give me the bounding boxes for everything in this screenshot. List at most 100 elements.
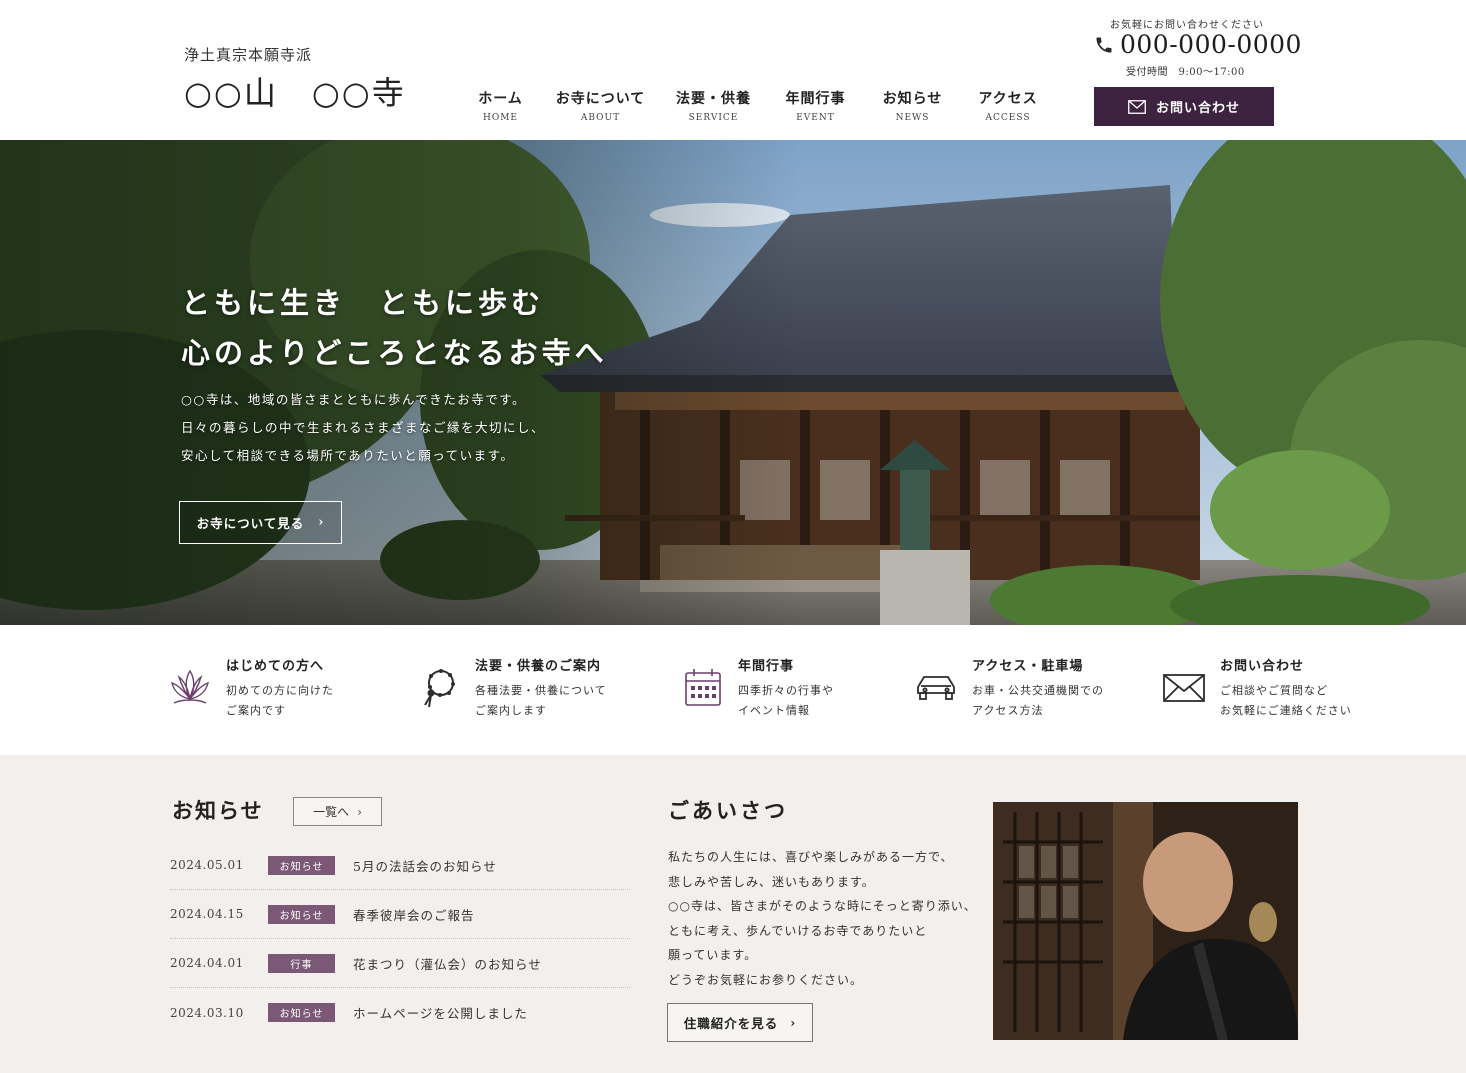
news-date: 2024.05.01 bbox=[170, 858, 244, 872]
about-temple-button-label: お寺について見る bbox=[196, 516, 305, 531]
nav-item-service[interactable]: 法要・供養 SERVICE bbox=[670, 88, 757, 123]
greeting-line: 私たちの人生には、喜びや楽しみがある一方で、 bbox=[668, 850, 954, 864]
service-link-contact[interactable]: お問い合わせ ご相談やご質問など お気軽にご連絡ください bbox=[1160, 655, 1352, 721]
nav-label: お寺について bbox=[555, 91, 646, 107]
service-desc-line: 四季折々の行事や bbox=[738, 684, 834, 697]
nav-item-home[interactable]: ホーム HOME bbox=[470, 88, 531, 123]
service-desc-line: お気軽にご連絡ください bbox=[1220, 704, 1352, 717]
news-date: 2024.04.15 bbox=[170, 907, 244, 921]
priest-photo bbox=[993, 802, 1298, 1040]
greeting-text: 私たちの人生には、喜びや楽しみがある一方で、 悲しみや苦しみ、迷いもあります。 … bbox=[668, 845, 977, 992]
service-desc: 初めての方に向けた ご案内です bbox=[226, 681, 334, 721]
news-item[interactable]: 2024.04.15 お知らせ 春季彼岸会のご報告 bbox=[170, 890, 630, 939]
site-header: 浄土真宗本願寺派 ○○山 ○○寺 ホーム HOME お寺について ABOUT 法… bbox=[0, 0, 1466, 140]
hero-title-line: ともに生き ともに歩む bbox=[181, 286, 545, 320]
reception-hours: 受付時間 9:00〜17:00 bbox=[1126, 67, 1245, 78]
service-link-access[interactable]: アクセス・駐車場 お車・公共交通機関での アクセス方法 bbox=[912, 655, 1104, 721]
service-desc-line: 初めての方に向けた bbox=[226, 684, 334, 697]
news-category-badge: お知らせ bbox=[268, 1003, 335, 1022]
nav-label: ホーム bbox=[478, 91, 523, 107]
nav-label-en: NEWS bbox=[895, 113, 930, 123]
mail-icon bbox=[1128, 99, 1146, 114]
news-category-badge: お知らせ bbox=[268, 855, 335, 875]
hero-text-line: 日々の暮らしの中で生まれるさまざまなご縁を大切にし、 bbox=[181, 420, 546, 435]
news-title: 花まつり（灌仏会）のお知らせ bbox=[353, 956, 542, 972]
hero-text-line: ○○寺は、地域の皆さまとともに歩んできたお寺です。 bbox=[181, 392, 526, 407]
service-desc-line: ご案内です bbox=[226, 704, 286, 717]
news-list-button-label: 一覧へ bbox=[313, 805, 350, 819]
news-greeting-section: お知らせ 一覧へ › 2024.05.01 お知らせ 5月の法話会のお知らせ 2… bbox=[0, 755, 1466, 1073]
nav-label: お知らせ bbox=[882, 91, 943, 107]
hero-description: ○○寺は、地域の皆さまとともに歩んできたお寺です。 日々の暮らしの中で生まれるさ… bbox=[181, 386, 545, 470]
news-item[interactable]: 2024.04.01 行事 花まつり（灌仏会）のお知らせ bbox=[170, 939, 630, 988]
hero-section: ともに生き ともに歩む 心のよりどころとなるお寺へ ○○寺は、地域の皆さまととも… bbox=[0, 140, 1466, 625]
nav-item-news[interactable]: お知らせ NEWS bbox=[874, 88, 951, 123]
hero-overlay bbox=[0, 140, 800, 625]
service-text: はじめての方へ 初めての方に向けた ご案内です bbox=[226, 655, 334, 721]
news-date: 2024.03.10 bbox=[170, 1005, 244, 1020]
news-date: 2024.04.01 bbox=[170, 956, 244, 970]
news-category-badge: 行事 bbox=[268, 953, 335, 973]
service-text: 年間行事 四季折々の行事や イベント情報 bbox=[738, 655, 834, 721]
calendar-icon bbox=[685, 669, 721, 706]
nav-item-access[interactable]: アクセス ACCESS bbox=[951, 88, 1065, 123]
news-item[interactable]: 2024.03.10 お知らせ ホームページを公開しました bbox=[170, 988, 630, 1037]
nav-item-about[interactable]: お寺について ABOUT bbox=[531, 88, 670, 123]
news-list-button[interactable]: 一覧へ › bbox=[293, 797, 382, 826]
nav-label-en: EVENT bbox=[796, 113, 835, 123]
news-item[interactable]: 2024.05.01 お知らせ 5月の法話会のお知らせ bbox=[170, 841, 630, 890]
news-category-badge: お知らせ bbox=[268, 904, 335, 924]
service-title: 法要・供養のご案内 bbox=[475, 659, 602, 674]
phone-number[interactable]: 000-000-0000 bbox=[1094, 30, 1302, 59]
service-text: お問い合わせ ご相談やご質問など お気軽にご連絡ください bbox=[1220, 655, 1352, 721]
chevron-right-icon: › bbox=[318, 515, 325, 530]
priest-profile-button[interactable]: 住職紹介を見る › bbox=[667, 1003, 813, 1042]
service-title: お問い合わせ bbox=[1220, 659, 1305, 674]
greeting-heading: ごあいさつ bbox=[668, 798, 788, 823]
nav-item-event[interactable]: 年間行事 EVENT bbox=[757, 88, 874, 123]
main-nav: ホーム HOME お寺について ABOUT 法要・供養 SERVICE 年間行事… bbox=[470, 88, 1065, 123]
service-text: アクセス・駐車場 お車・公共交通機関での アクセス方法 bbox=[972, 655, 1104, 721]
service-desc: 各種法要・供養について ご案内します bbox=[475, 681, 607, 721]
greeting-line: どうぞお気軽にお参りください。 bbox=[668, 972, 864, 987]
hero-text-line: 安心して相談できる場所でありたいと願っています。 bbox=[181, 448, 515, 463]
contact-button-label: お問い合わせ bbox=[1155, 101, 1240, 116]
nav-label: 法要・供養 bbox=[676, 91, 751, 107]
phone-number-text: 000-000-0000 bbox=[1120, 30, 1302, 59]
service-desc-line: ご相談やご質問など bbox=[1220, 684, 1328, 697]
service-link-memorial[interactable]: 法要・供養のご案内 各種法要・供養について ご案内します bbox=[415, 655, 607, 721]
service-desc: ご相談やご質問など お気軽にご連絡ください bbox=[1220, 681, 1352, 721]
sect-name: 浄土真宗本願寺派 bbox=[184, 46, 313, 64]
phone-icon bbox=[1096, 37, 1112, 52]
greeting-line: ○○寺は、皆さまがそのような時にそっと寄り添い、 bbox=[668, 899, 977, 913]
news-title: 5月の法話会のお知らせ bbox=[353, 858, 497, 874]
prayer-beads-icon bbox=[424, 669, 455, 708]
hero-title: ともに生き ともに歩む 心のよりどころとなるお寺へ bbox=[181, 278, 608, 378]
contact-button[interactable]: お問い合わせ bbox=[1094, 87, 1274, 126]
service-desc-line: ご案内します bbox=[475, 704, 547, 717]
about-temple-button[interactable]: お寺について見る › bbox=[179, 501, 342, 544]
service-links: はじめての方へ 初めての方に向けた ご案内です 法要・供養のご案内 各種法要・供… bbox=[0, 625, 1466, 755]
service-desc-line: お車・公共交通機関での bbox=[972, 684, 1104, 697]
nav-label-en: ACCESS bbox=[985, 113, 1031, 123]
service-desc-line: イベント情報 bbox=[738, 704, 810, 717]
news-title: 春季彼岸会のご報告 bbox=[353, 907, 475, 923]
nav-label: 年間行事 bbox=[785, 91, 846, 107]
service-desc: お車・公共交通機関での アクセス方法 bbox=[972, 681, 1104, 721]
news-title: ホームページを公開しました bbox=[353, 1006, 528, 1021]
service-text: 法要・供養のご案内 各種法要・供養について ご案内します bbox=[475, 655, 607, 721]
service-desc-line: アクセス方法 bbox=[972, 704, 1044, 717]
service-link-first-visit[interactable]: はじめての方へ 初めての方に向けた ご案内です bbox=[166, 655, 334, 721]
hero-title-line: 心のよりどころとなるお寺へ bbox=[181, 336, 608, 370]
service-title: 年間行事 bbox=[738, 659, 795, 674]
service-desc-line: 各種法要・供養について bbox=[475, 684, 607, 697]
lotus-icon bbox=[171, 669, 209, 704]
nav-label-en: HOME bbox=[482, 113, 518, 123]
service-link-events[interactable]: 年間行事 四季折々の行事や イベント情報 bbox=[678, 655, 834, 721]
greeting-line: 願っています。 bbox=[668, 948, 758, 962]
greeting-line: 悲しみや苦しみ、迷いもあります。 bbox=[668, 874, 875, 889]
chevron-right-icon: › bbox=[357, 804, 362, 819]
news-list: 2024.05.01 お知らせ 5月の法話会のお知らせ 2024.04.15 お… bbox=[170, 841, 630, 1037]
temple-logo[interactable]: ○○山 ○○寺 bbox=[184, 68, 406, 114]
service-title: アクセス・駐車場 bbox=[972, 659, 1084, 674]
